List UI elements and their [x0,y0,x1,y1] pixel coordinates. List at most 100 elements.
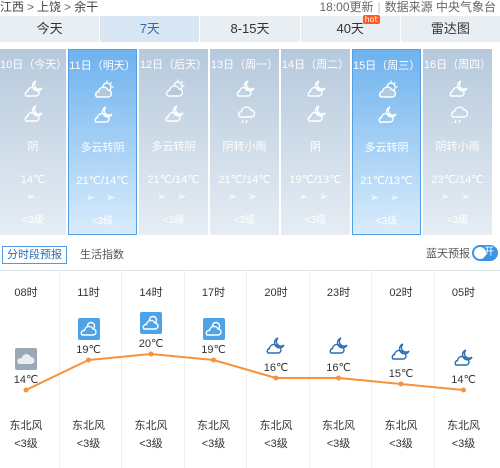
hour-wind-direction: 东北风 [9,420,43,432]
day-date: 10日（今天） [0,59,68,71]
sub-tabs: 分时段预报 生活指数 蓝天预报 开 [0,244,500,264]
wind-direction-icon: ➢ ➢ [369,192,404,204]
cloudy-night-icon [448,79,470,102]
temperature-point [398,381,404,387]
cloudy-night-icon [265,336,287,358]
day-weather: 阴转小雨 [222,141,267,153]
day-temperature: 19℃/13℃ [289,174,342,186]
breadcrumb: 江西 > 上饶 > 余干 [0,0,98,14]
day-weather: 多云转阴 [364,142,409,154]
cloudy-night-icon [453,348,475,370]
day-card[interactable]: 11日（明天） 多云转阴 21℃/14℃ ➢ ➢ <3级 [68,49,137,235]
breadcrumb-city[interactable]: 上饶 [37,0,61,14]
day-temperature: 21℃/14℃ [218,174,271,186]
tab-life-index[interactable]: 生活指数 [80,246,124,264]
temperature-point [148,351,154,357]
wind-direction-icon: ➢ [26,191,40,203]
day-wind-level: <3级 [304,215,327,226]
wind-direction-icon: ➢ ➢ [298,191,333,203]
hour-temperature: 19℃ [201,344,226,356]
wind-direction-icon: ➢ ➢ [227,191,262,203]
hour-wind-direction: 东北风 [384,420,418,432]
hour-wind-direction: 东北风 [447,420,480,432]
column-divider [371,271,372,468]
breadcrumb-province[interactable]: 江西 [0,0,24,14]
day-card[interactable]: 12日（后天） 多云转阴 21℃/14℃ ➢ ➢ <3级 [139,49,208,235]
day-date: 16日（周四） [423,59,492,71]
update-time: 18:00更新 [319,0,374,14]
hour-wind-direction: 东北风 [197,420,230,432]
day-weather: 多云转阴 [80,142,125,154]
cloudy-night-icon [377,105,399,128]
day-temperature: 14℃ [20,174,46,186]
day-card[interactable]: 15日（周三） 多云转阴 21℃/13℃ ➢ ➢ <3级 [352,49,421,235]
breadcrumb-separator: > [27,0,35,14]
column-divider [121,271,122,468]
hour-wind-direction: 东北风 [322,420,355,432]
partly-cloudy-icon [93,80,115,103]
hour-wind-level: <3级 [139,438,163,450]
partly-cloudy-icon [377,80,399,103]
tab-40day-label: 40天 [336,21,364,36]
day-card[interactable]: 10日（今天） 阴 14℃ ➢ <3级 [0,49,68,235]
hour-wind-level: <3级 [201,438,226,450]
day-wind-level: <3级 [162,215,185,226]
hour-temperature: 16℃ [326,362,351,374]
day-card[interactable]: 14日（周二） 阴 19℃/13℃ ➢ ➢ <3级 [281,49,350,235]
breadcrumb-county[interactable]: 余干 [74,0,98,14]
hour-temperature: 14℃ [13,374,39,386]
cloudy-night-icon [306,79,328,102]
day-temperature: 23℃/14℃ [431,174,484,186]
day-weather: 阴 [310,141,321,153]
cloudy-night-icon [390,342,412,364]
column-divider [433,271,435,468]
column-divider [58,271,60,468]
column-divider [308,271,310,468]
hour-label: 23时 [326,287,351,299]
day-wind-level: <3级 [91,216,114,227]
hour-label: 17时 [201,287,226,299]
column-divider [183,271,185,468]
day-date: 14日（周二） [281,59,350,71]
day-card[interactable]: 16日（周四） 阴转小雨 23℃/14℃ ➢ ➢ <3级 [423,49,492,235]
wind-direction-icon: ➢ ➢ [156,191,191,203]
hour-temperature: 20℃ [138,338,164,350]
breadcrumb-separator: > [64,0,72,14]
cloudy-night-icon [93,105,115,128]
day-card[interactable]: 13日（周一） 阴转小雨 21℃/14℃ ➢ ➢ <3级 [210,49,279,235]
hour-wind-level: <3级 [451,438,476,450]
data-source: 数据来源 中央气象台 [384,0,496,14]
tab-40day[interactable]: 40天 hot [301,15,401,42]
tab-7day[interactable]: 7天 [100,16,201,42]
hour-temperature: 16℃ [263,362,289,374]
meta-divider: | [377,0,381,14]
day-weather: 阴 [27,141,39,153]
hour-temperature: 15℃ [388,368,414,380]
cloudy-night-icon [23,104,45,127]
hour-wind-level: <3级 [14,438,38,450]
hour-wind-level: <3级 [76,438,101,450]
day-wind-level: <3级 [22,215,44,226]
toggle-knob [474,247,486,259]
section-divider [0,270,500,271]
cloudy-night-icon [23,79,45,102]
day-temperature: 21℃/14℃ [147,174,200,186]
tab-radar[interactable]: 雷达图 [401,16,500,42]
hour-label: 08时 [14,287,38,299]
top-bar: 江西 > 上饶 > 余干 18:00更新 | 数据来源 中央气象台 [0,0,500,16]
cloudy-night-icon [235,79,257,102]
cloudy-night-icon [164,104,186,127]
hour-temperature: 14℃ [451,374,476,386]
hour-wind-level: <3级 [264,438,288,450]
sky-forecast-toggle[interactable]: 开 [472,245,498,261]
temperature-point [86,357,91,363]
temperature-point [211,357,216,363]
hour-wind-level: <3级 [326,438,351,450]
hour-label: 11时 [77,287,100,299]
hour-label: 05时 [451,287,476,299]
temperature-point [336,375,341,381]
tab-8-15day[interactable]: 8-15天 [200,16,301,42]
temperature-point [23,387,29,393]
tab-today[interactable]: 今天 [0,16,101,42]
tab-hourly-forecast[interactable]: 分时段预报 [2,246,67,264]
